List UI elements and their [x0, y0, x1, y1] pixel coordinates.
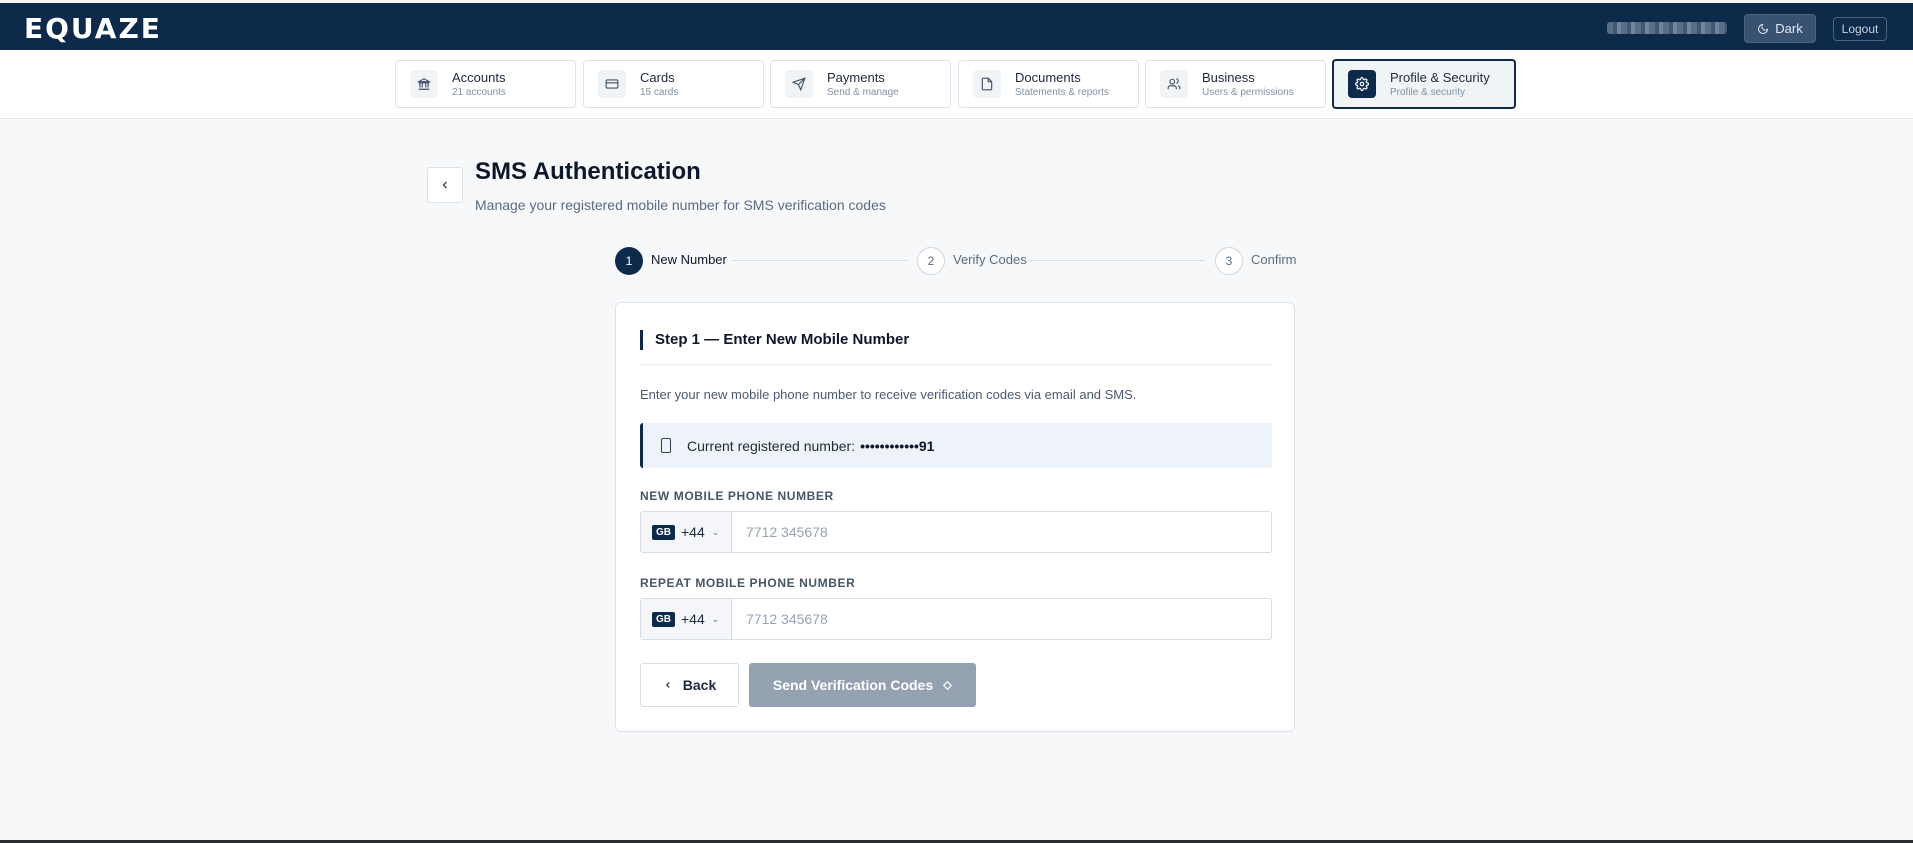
step-2-label: Verify Codes [953, 252, 1027, 267]
tab-label: Documents [1015, 69, 1081, 85]
new-phone-input[interactable] [732, 512, 1271, 552]
step-card: Step 1 — Enter New Mobile Number Enter y… [615, 302, 1295, 732]
country-code-select[interactable]: GB +44 ⌄ [641, 599, 732, 639]
document-icon [973, 70, 1001, 98]
country-code-select[interactable]: GB +44 ⌄ [641, 512, 732, 552]
country-code: +44 [681, 524, 705, 540]
send-icon [785, 70, 813, 98]
step-3-circle: 3 [1215, 247, 1243, 275]
new-number-label: NEW MOBILE PHONE NUMBER [640, 489, 834, 503]
tab-label: Cards [640, 69, 675, 85]
step-1-circle: 1 [615, 247, 643, 275]
page-title: SMS Authentication [475, 158, 701, 185]
chevron-down-icon: ⌄ [711, 613, 720, 624]
top-bar: EQUAZE Dark Logout [0, 3, 1913, 50]
tab-profile-security[interactable]: Profile & Security Profile & security [1332, 59, 1516, 109]
chevron-down-icon: ⌄ [711, 526, 720, 537]
page-back-button[interactable] [427, 167, 463, 203]
country-flag-badge: GB [652, 611, 675, 627]
tab-sublabel: 15 cards [640, 86, 679, 98]
main-nav: Accounts 21 accounts Cards 15 cards Paym… [0, 50, 1913, 119]
step-3-label: Confirm [1251, 252, 1297, 267]
step-1-label: New Number [651, 252, 727, 267]
current-number-label: Current registered number: [687, 437, 856, 454]
tab-documents[interactable]: Documents Statements & reports [958, 60, 1139, 108]
moon-icon [1758, 23, 1769, 34]
back-button[interactable]: Back [640, 663, 739, 707]
tab-business[interactable]: Business Users & permissions [1145, 60, 1326, 108]
chevron-left-icon [442, 181, 447, 189]
tab-sublabel: Send & manage [827, 86, 899, 98]
step-connector [1029, 260, 1205, 261]
mobile-phone-icon [661, 438, 671, 453]
divider [640, 364, 1272, 365]
new-number-field: GB +44 ⌄ [640, 511, 1272, 553]
country-code: +44 [681, 611, 705, 627]
users-icon [1160, 70, 1188, 98]
tab-accounts[interactable]: Accounts 21 accounts [395, 60, 576, 108]
country-flag-badge: GB [652, 524, 675, 540]
tab-label: Business [1202, 69, 1255, 85]
tab-label: Payments [827, 69, 885, 85]
tab-payments[interactable]: Payments Send & manage [770, 60, 951, 108]
step-2-circle: 2 [917, 247, 945, 275]
tab-label: Accounts [452, 69, 506, 85]
tab-sublabel: 21 accounts [452, 86, 506, 98]
send-verification-codes-button[interactable]: Send Verification Codes [749, 663, 976, 707]
diamond-icon [943, 680, 953, 690]
step-connector [732, 260, 907, 261]
logout-button[interactable]: Logout [1833, 17, 1887, 41]
page-subtitle: Manage your registered mobile number for… [475, 197, 886, 213]
chevron-left-icon [665, 682, 670, 688]
card-title: Step 1 — Enter New Mobile Number [640, 330, 909, 350]
tab-label: Profile & Security [1390, 69, 1490, 85]
back-button-label: Back [682, 677, 717, 693]
current-number-info: Current registered number: ••••••••••••9… [640, 423, 1272, 468]
repeat-number-field: GB +44 ⌄ [640, 598, 1272, 640]
repeat-phone-input[interactable] [732, 599, 1271, 639]
current-number-value: ••••••••••••91 [860, 437, 935, 454]
tab-sublabel: Users & permissions [1202, 86, 1294, 98]
repeat-number-label: REPEAT MOBILE PHONE NUMBER [640, 576, 856, 590]
user-name-blurred [1607, 22, 1727, 34]
bank-icon [410, 70, 438, 98]
tab-cards[interactable]: Cards 15 cards [583, 60, 764, 108]
tab-sublabel: Statements & reports [1015, 86, 1109, 98]
tab-sublabel: Profile & security [1390, 86, 1466, 98]
card-description: Enter your new mobile phone number to re… [640, 387, 1137, 402]
gear-icon [1348, 70, 1376, 98]
send-button-label: Send Verification Codes [772, 677, 934, 693]
dark-mode-button[interactable]: Dark [1744, 14, 1816, 43]
logo[interactable]: EQUAZE [24, 12, 162, 45]
card-icon [598, 70, 626, 98]
dark-mode-label: Dark [1775, 21, 1803, 36]
